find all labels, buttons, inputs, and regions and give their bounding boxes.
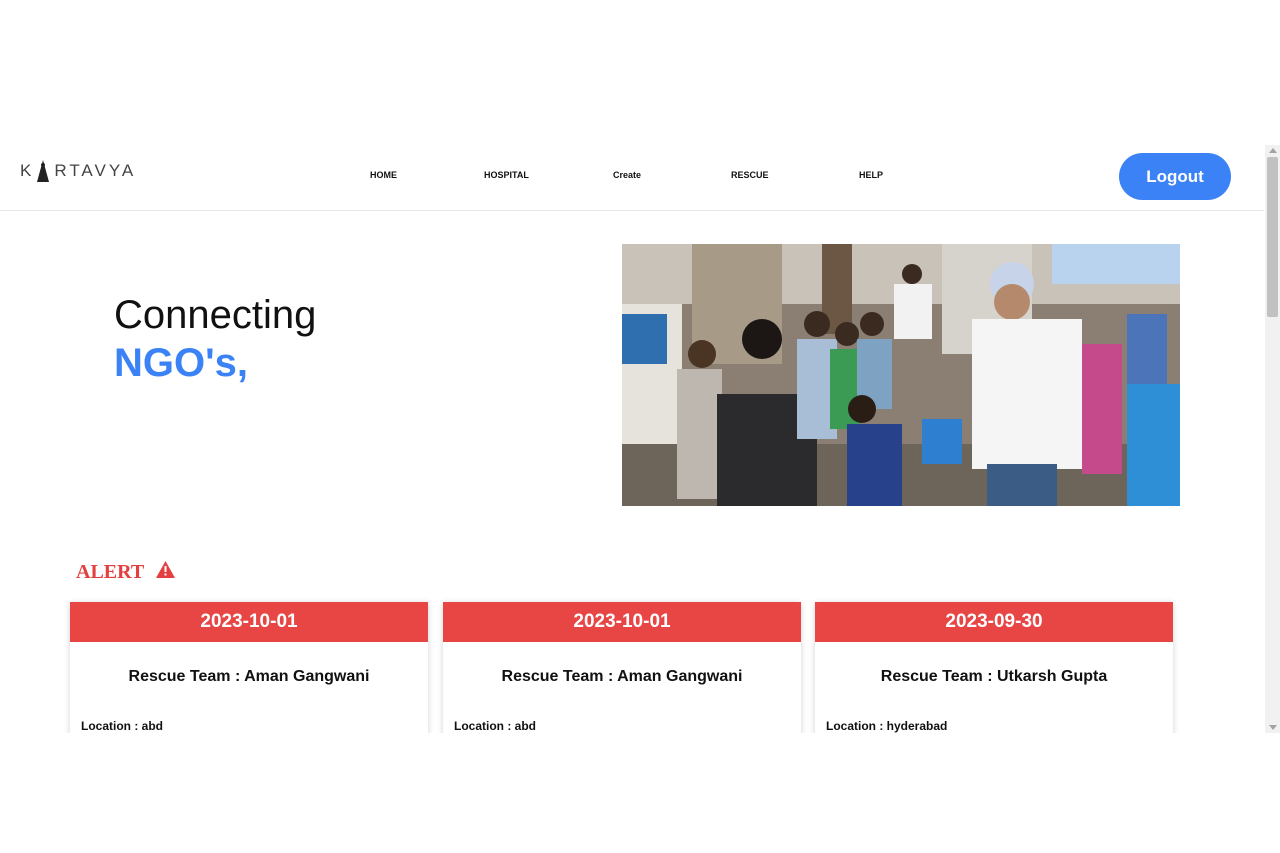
- alert-heading-label: ALERT: [76, 561, 145, 583]
- nav-rescue[interactable]: RESCUE: [731, 170, 769, 180]
- scroll-up-arrow-icon[interactable]: [1269, 148, 1277, 153]
- brand-prefix: K: [20, 161, 35, 180]
- hero-heading-line1: Connecting: [114, 293, 317, 337]
- alert-card-location: Location : abd: [81, 719, 163, 733]
- nav-home[interactable]: HOME: [370, 170, 397, 180]
- brand-suffix: RTAVYA: [54, 161, 137, 180]
- logo-figure-icon: [37, 160, 50, 182]
- alert-card-date: 2023-10-01: [443, 602, 801, 642]
- hero-photo: [622, 244, 1180, 506]
- alert-card-team: Rescue Team : Utkarsh Gupta: [880, 668, 1108, 685]
- alert-card-location: Location : hyderabad: [826, 719, 948, 733]
- hero-heading-line2: NGO's,: [114, 341, 248, 385]
- browser-viewport: K RTAVYA HOME HOSPITAL Create RESCUE HEL…: [0, 145, 1280, 733]
- navbar: K RTAVYA HOME HOSPITAL Create RESCUE HEL…: [0, 145, 1264, 211]
- alert-card-date: 2023-09-30: [815, 602, 1173, 642]
- scroll-thumb[interactable]: [1267, 157, 1278, 317]
- alert-card-date: 2023-10-01: [70, 602, 428, 642]
- nav-hospital[interactable]: HOSPITAL: [484, 170, 529, 180]
- alert-card-location: Location : abd: [454, 719, 536, 733]
- alert-heading: ALERT: [76, 561, 176, 584]
- alert-card[interactable]: 2023-09-30 Rescue Team : Utkarsh Gupta L…: [815, 602, 1173, 733]
- logout-button[interactable]: Logout: [1119, 153, 1231, 200]
- alert-card[interactable]: 2023-10-01 Rescue Team : Aman Gangwani L…: [443, 602, 801, 733]
- brand-logo[interactable]: K RTAVYA: [20, 160, 136, 182]
- vertical-scrollbar[interactable]: [1265, 145, 1280, 733]
- alert-card-team: Rescue Team : Aman Gangwani: [128, 668, 370, 685]
- nav-create[interactable]: Create: [613, 170, 641, 180]
- warning-triangle-icon: [156, 561, 176, 578]
- alert-card-team: Rescue Team : Aman Gangwani: [501, 668, 743, 685]
- nav-help[interactable]: HELP: [859, 170, 883, 180]
- alert-card[interactable]: 2023-10-01 Rescue Team : Aman Gangwani L…: [70, 602, 428, 733]
- scroll-down-arrow-icon[interactable]: [1269, 725, 1277, 730]
